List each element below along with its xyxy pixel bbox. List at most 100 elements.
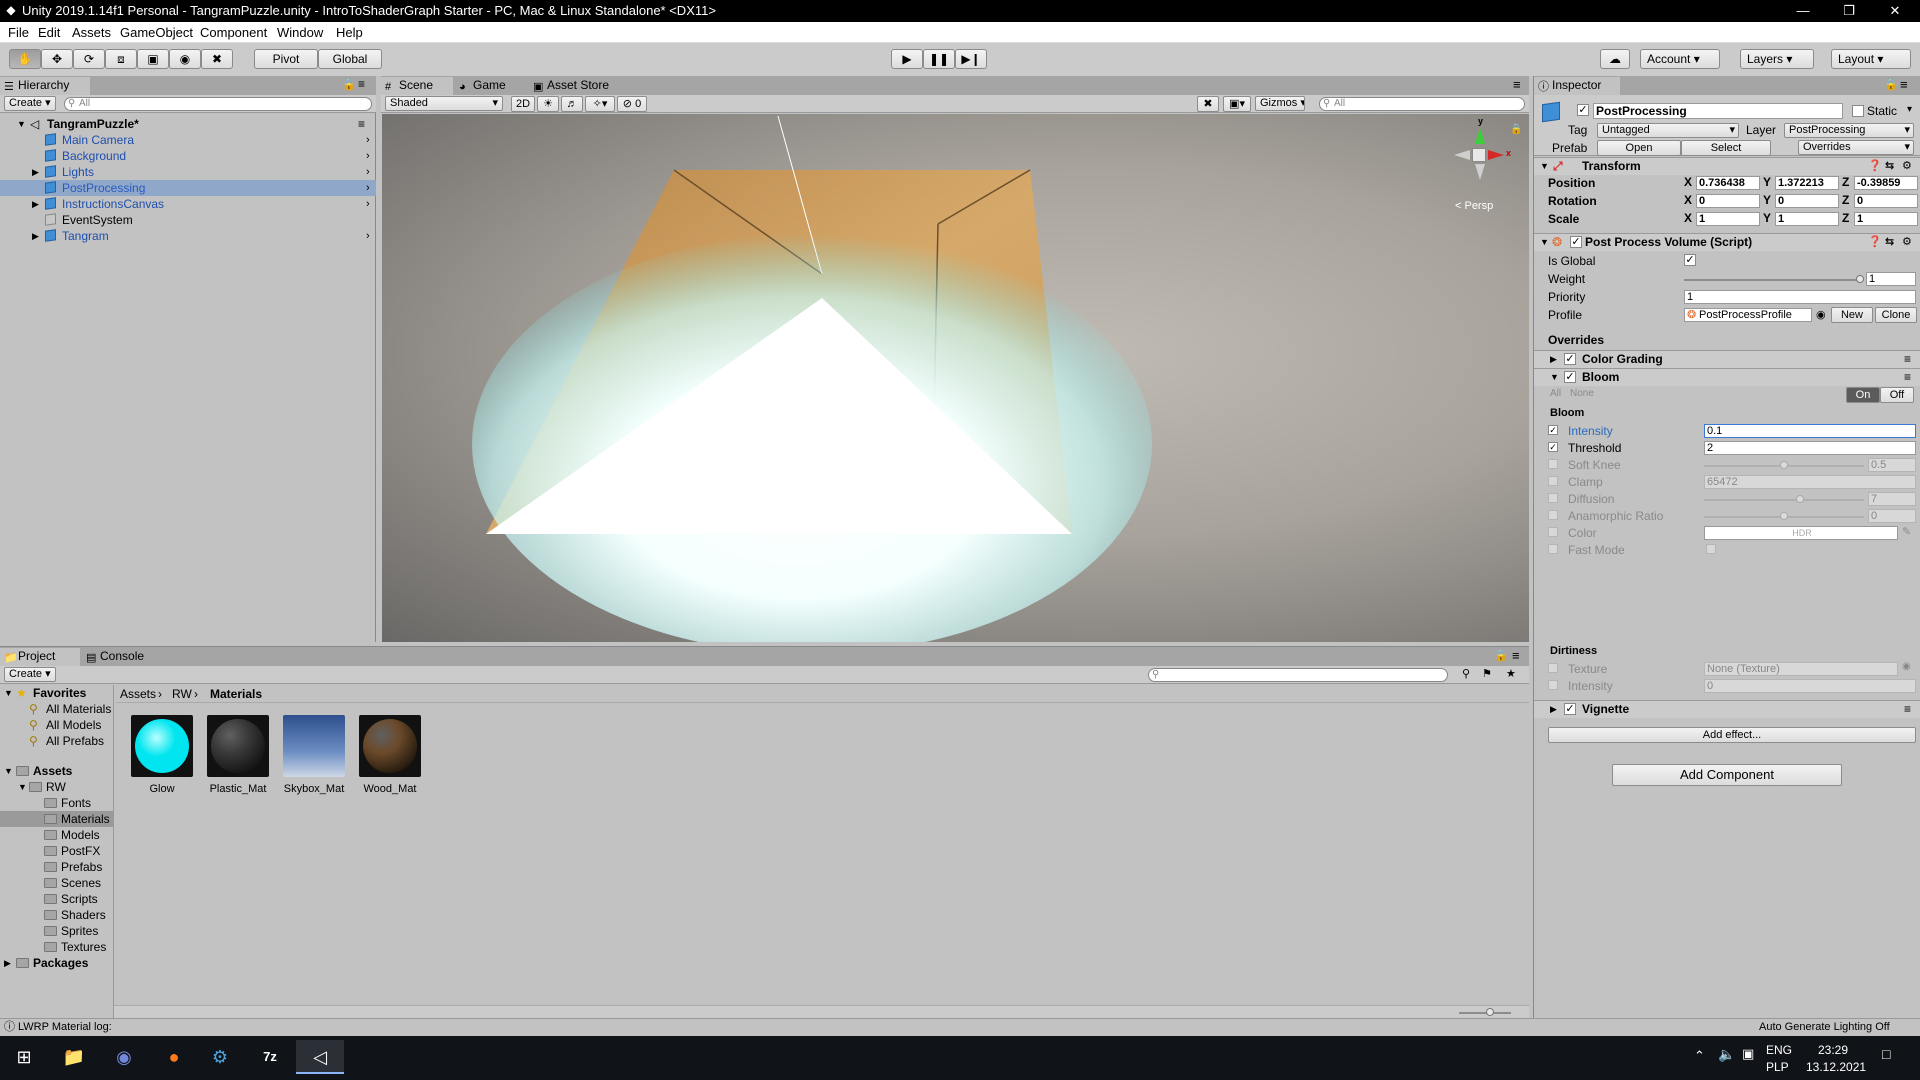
rect-tool-button[interactable]: ▣ [137,49,169,69]
transform-position-y-field[interactable]: 1.372213 [1775,176,1839,190]
bloom-slider-value[interactable]: 0 [1868,509,1916,523]
open-prefab-arrow-icon[interactable]: › [366,180,370,196]
folder-item[interactable]: Materials [0,811,114,827]
transform-position-z-field[interactable]: -0.39859 [1854,176,1918,190]
profile-clone-button[interactable]: Clone [1875,307,1917,323]
step-button[interactable]: ▶❙ [955,49,987,69]
pivot-toggle[interactable]: Pivot [254,49,318,69]
transform-position-x-field[interactable]: 0.736438 [1696,176,1760,190]
volume-icon[interactable]: 🔈 [1718,1046,1735,1063]
scene-search-input[interactable]: ⚲ All [1319,97,1525,111]
object-active-checkbox[interactable]: ✓ [1577,104,1589,116]
collab-cloud-button[interactable]: ☁ [1600,49,1630,69]
scene-menu-icon[interactable]: ≡ [358,116,365,132]
favorite-star-icon[interactable]: ★ [1506,667,1516,680]
hierarchy-item[interactable]: ▶ Lights › [0,164,376,180]
hierarchy-item[interactable]: EventSystem [0,212,376,228]
favorite-item[interactable]: ⚲ All Models [0,717,114,733]
keyboard-layout[interactable]: PLP [1766,1060,1789,1074]
color-grading-checkbox[interactable]: ✓ [1564,353,1576,365]
auto-lighting-status[interactable]: Auto Generate Lighting Off [1759,1019,1890,1036]
menu-assets[interactable]: Assets [72,25,111,40]
hierarchy-item[interactable]: PostProcessing › [0,180,376,196]
7zip-icon[interactable]: 7z [246,1040,294,1074]
close-button[interactable]: ✕ [1872,0,1918,22]
bloom-field-input[interactable]: 65472 [1704,475,1916,489]
hierarchy-item[interactable]: ▶ Tangram › [0,228,376,244]
override-checkbox[interactable] [1548,493,1558,503]
2d-toggle[interactable]: 2D [511,96,535,112]
open-prefab-arrow-icon[interactable]: › [366,164,370,180]
add-component-button[interactable]: Add Component [1612,764,1842,786]
collapse-arrow-icon[interactable]: ▶ [32,228,39,244]
ppv-header[interactable]: ▼ ❂ ✓ Post Process Volume (Script) ❓ ⇆ ⚙ [1534,233,1920,251]
lighting-toggle[interactable]: ☀ [537,96,559,112]
gizmos-dropdown[interactable]: Gizmos ▾ [1255,96,1305,111]
help-icon[interactable]: ❓ [1868,234,1882,251]
gizmo-center[interactable] [1472,148,1486,162]
preset-icon[interactable]: ⇆ [1885,234,1894,251]
none-toggle[interactable]: None [1570,388,1594,399]
lock-icon[interactable]: 🔒 [342,78,356,91]
override-checkbox[interactable] [1548,663,1558,673]
override-checkbox[interactable]: ✓ [1548,425,1558,435]
tab-asset-store[interactable]: ▣ Asset Store [529,77,625,95]
hierarchy-item[interactable]: Main Camera › [0,132,376,148]
breadcrumb-rw[interactable]: RW [172,685,192,703]
favorite-item[interactable]: ⚲ All Prefabs [0,733,114,749]
weight-field[interactable]: 1 [1866,272,1916,286]
override-checkbox[interactable] [1548,459,1558,469]
status-message[interactable]: LWRP Material log: [18,1019,112,1036]
menu-file[interactable]: File [8,25,29,40]
transform-rotation-y-field[interactable]: 0 [1775,194,1839,208]
prefab-open-button[interactable]: Open [1597,140,1681,156]
is-global-checkbox[interactable]: ✓ [1684,254,1696,266]
scale-tool-button[interactable]: ⧈ [105,49,137,69]
breadcrumb-materials[interactable]: Materials [210,685,262,703]
camera-settings-button[interactable]: ▣▾ [1223,96,1251,112]
add-effect-button[interactable]: Add effect... [1548,727,1916,743]
open-prefab-arrow-icon[interactable]: › [366,132,370,148]
collapse-arrow-icon[interactable]: ▶ [32,164,39,180]
folder-item[interactable]: Scenes [0,875,114,891]
transform-header[interactable]: ▼ ⤢ Transform ❓ ⇆ ⚙ [1534,157,1920,175]
material-asset[interactable]: Plastic_Mat [202,715,274,795]
windows-start-icon[interactable]: ⊞ [0,1040,48,1074]
gizmo-neg-x-axis[interactable] [1454,150,1470,160]
panel-menu-icon[interactable]: ≡ [1512,648,1520,663]
custom-tool-button[interactable]: ✖ [201,49,233,69]
gizmo-lock-icon[interactable]: 🔒 [1510,124,1522,135]
priority-field[interactable]: 1 [1684,290,1916,304]
collapse-arrow-icon[interactable]: ▶ [32,196,39,212]
expand-arrow-icon[interactable]: ▼ [4,685,13,701]
tab-scene[interactable]: # Scene [381,77,453,95]
prefab-select-button[interactable]: Select [1681,140,1771,156]
object-picker-icon[interactable]: ◉ [1902,661,1911,672]
prefab-overrides-dropdown[interactable]: Overrides ▾ [1798,140,1914,155]
network-icon[interactable]: ▣ [1742,1046,1754,1062]
lock-icon[interactable]: 🔒 [1494,649,1508,662]
open-prefab-arrow-icon[interactable]: › [366,148,370,164]
open-prefab-arrow-icon[interactable]: › [366,196,370,212]
effects-dropdown[interactable]: ✧▾ [585,96,615,112]
folder-item[interactable]: Scripts [0,891,114,907]
bloom-slider-knob[interactable] [1796,495,1804,503]
tray-chevron-icon[interactable]: ⌃ [1694,1048,1705,1064]
projection-label[interactable]: < Persp [1455,200,1493,212]
menu-edit[interactable]: Edit [38,25,60,40]
layers-dropdown[interactable]: Layers ▾ [1740,49,1814,69]
gizmo-y-axis[interactable] [1475,128,1485,144]
folder-item[interactable]: Models [0,827,114,843]
panel-menu-icon[interactable]: ≡ [1513,77,1521,92]
material-asset[interactable]: Glow [126,715,198,795]
lock-icon[interactable]: 🔒 [1884,78,1898,91]
bloom-slider-knob[interactable] [1780,512,1788,520]
input-lang[interactable]: ENG [1766,1043,1792,1057]
assets-root-row[interactable]: ▼ Assets [0,763,114,779]
weight-slider-knob[interactable] [1856,275,1864,283]
override-checkbox[interactable] [1548,544,1558,554]
bloom-header[interactable]: ▼ ✓ Bloom ≡ [1534,368,1920,386]
scene-root-row[interactable]: ▼ ◁ TangramPuzzle* ≡ [0,116,376,132]
menu-component[interactable]: Component [200,25,267,40]
gizmo-x-axis[interactable] [1488,150,1504,160]
